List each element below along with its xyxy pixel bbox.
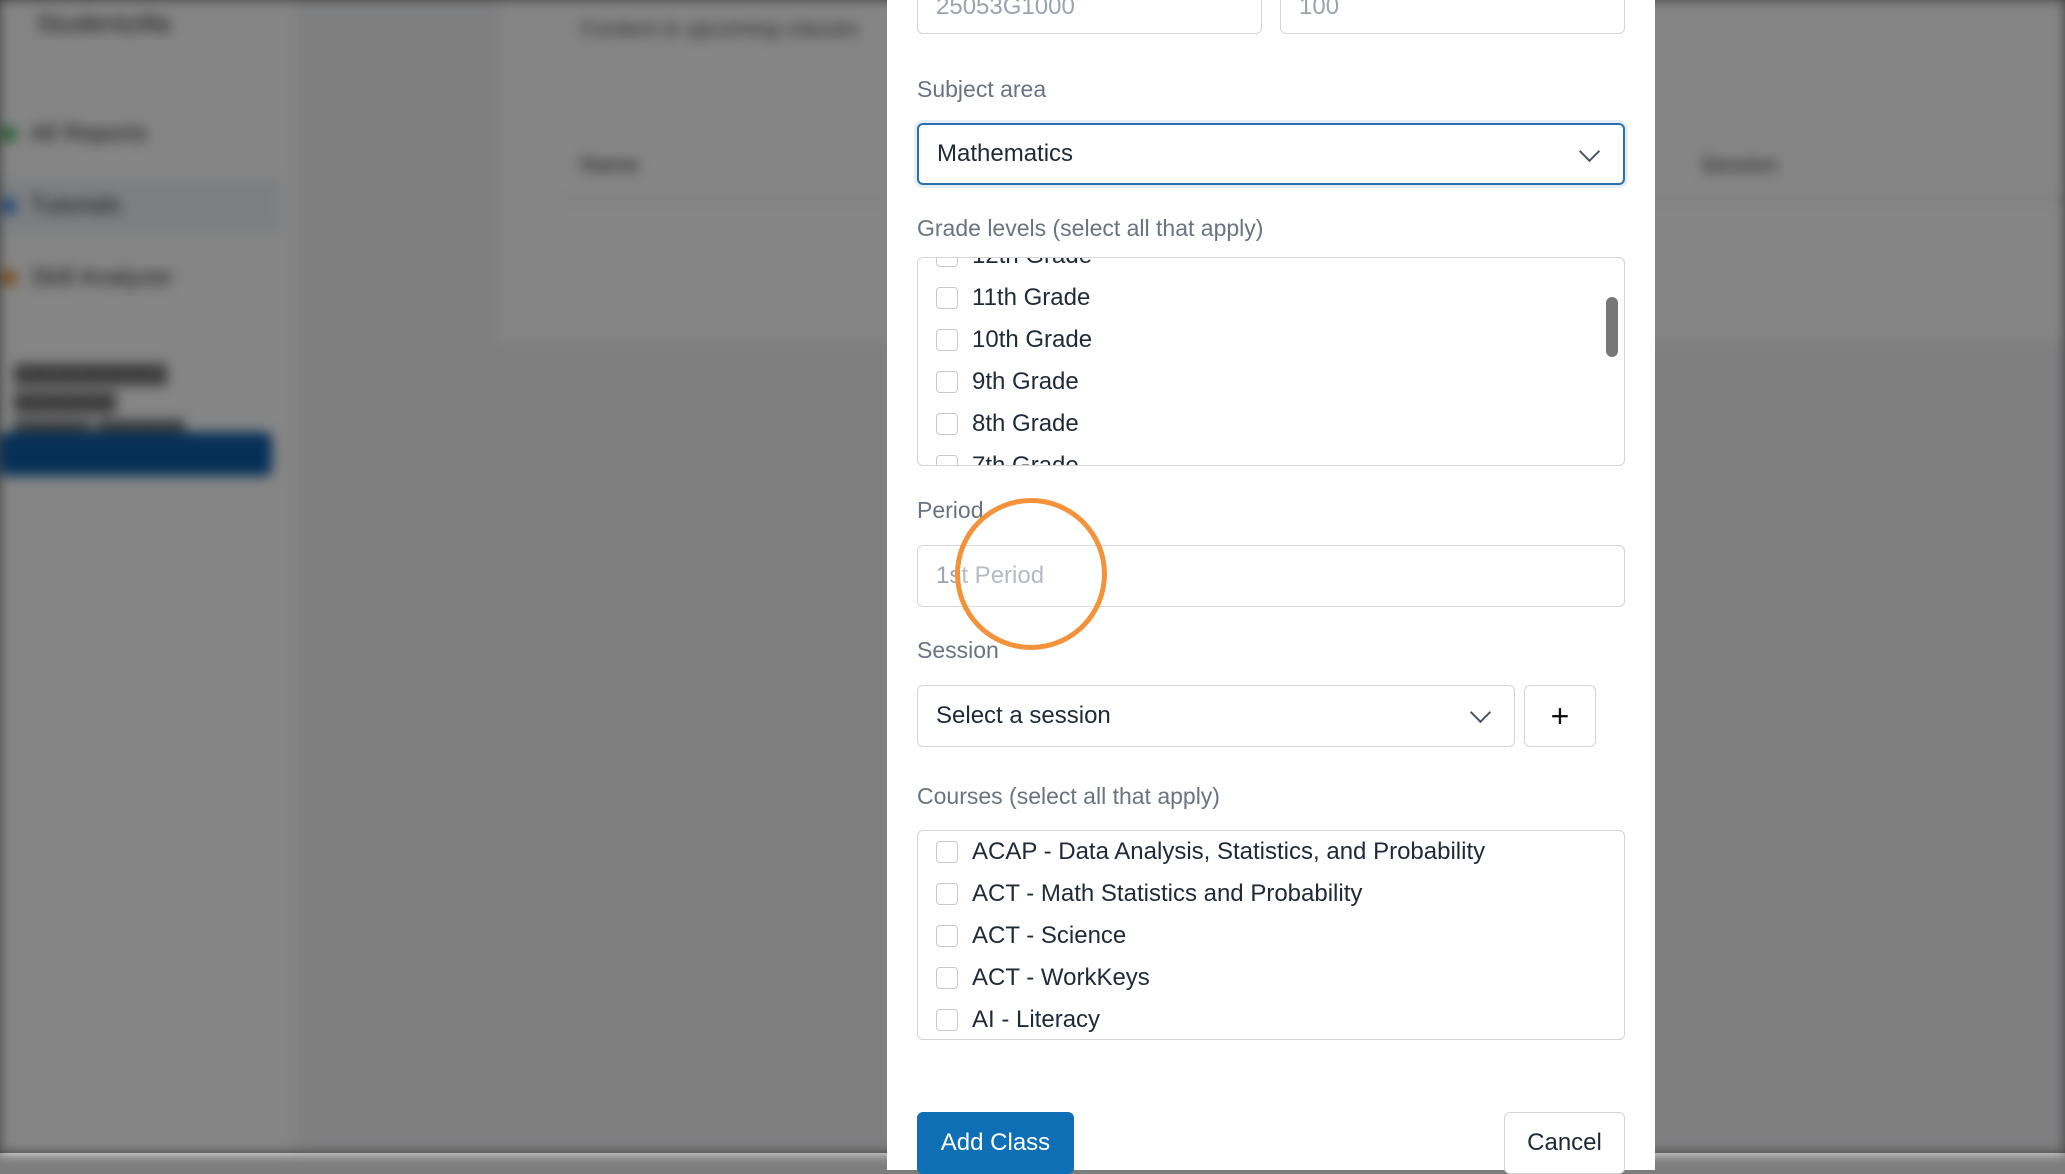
- checkbox[interactable]: [936, 413, 958, 435]
- checkbox[interactable]: [936, 455, 958, 465]
- checkbox[interactable]: [936, 1009, 958, 1031]
- subject-area-select[interactable]: Mathematics: [917, 123, 1625, 185]
- add-class-button[interactable]: Add Class: [917, 1112, 1074, 1174]
- chevron-down-icon: [1578, 140, 1601, 163]
- add-class-modal: 25053G1000 100 Subject area Mathematics …: [887, 0, 1655, 1174]
- course-option[interactable]: ACT - Science: [918, 915, 1624, 957]
- checkbox[interactable]: [936, 841, 958, 863]
- courses-list[interactable]: ACAP - Data Analysis, Statistics, and Pr…: [917, 830, 1625, 1040]
- checkbox[interactable]: [936, 329, 958, 351]
- grade-list-scrollbar[interactable]: [1606, 297, 1618, 357]
- chevron-down-icon: [1469, 701, 1492, 724]
- grade-option[interactable]: 12th Grade: [918, 258, 1624, 277]
- checkbox[interactable]: [936, 967, 958, 989]
- session-label: Session: [917, 637, 999, 663]
- class-code-input[interactable]: 25053G1000: [917, 0, 1262, 34]
- subject-area-value: Mathematics: [937, 140, 1074, 167]
- checkbox[interactable]: [936, 883, 958, 905]
- plus-icon: +: [1550, 697, 1570, 734]
- add-session-button[interactable]: +: [1524, 685, 1596, 747]
- checkbox[interactable]: [936, 258, 958, 267]
- checkbox[interactable]: [936, 371, 958, 393]
- grade-option[interactable]: 9th Grade: [918, 361, 1624, 403]
- course-option[interactable]: ACT - Math Statistics and Probability: [918, 873, 1624, 915]
- grade-option[interactable]: 10th Grade: [918, 319, 1624, 361]
- session-select[interactable]: Select a session: [917, 685, 1515, 747]
- period-label: Period: [917, 497, 984, 523]
- grade-option[interactable]: 7th Grade: [918, 445, 1624, 465]
- session-value: Select a session: [936, 702, 1111, 729]
- course-option[interactable]: ACT - WorkKeys: [918, 957, 1624, 999]
- subject-area-label: Subject area: [917, 76, 1047, 102]
- grade-option[interactable]: 8th Grade: [918, 403, 1624, 445]
- checkbox[interactable]: [936, 925, 958, 947]
- grade-levels-label: Grade levels (select all that apply): [917, 215, 1264, 241]
- grade-levels-list[interactable]: 12th Grade 11th Grade 10th Grade 9th Gra…: [917, 257, 1625, 466]
- checkbox[interactable]: [936, 287, 958, 309]
- course-option[interactable]: ACAP - Data Analysis, Statistics, and Pr…: [918, 831, 1624, 873]
- grade-option[interactable]: 11th Grade: [918, 277, 1624, 319]
- courses-label: Courses (select all that apply): [917, 783, 1220, 809]
- capacity-input[interactable]: 100: [1280, 0, 1625, 34]
- cancel-button[interactable]: Cancel: [1504, 1112, 1625, 1174]
- period-input[interactable]: 1st Period: [917, 545, 1625, 607]
- course-option[interactable]: AI - Literacy: [918, 999, 1624, 1039]
